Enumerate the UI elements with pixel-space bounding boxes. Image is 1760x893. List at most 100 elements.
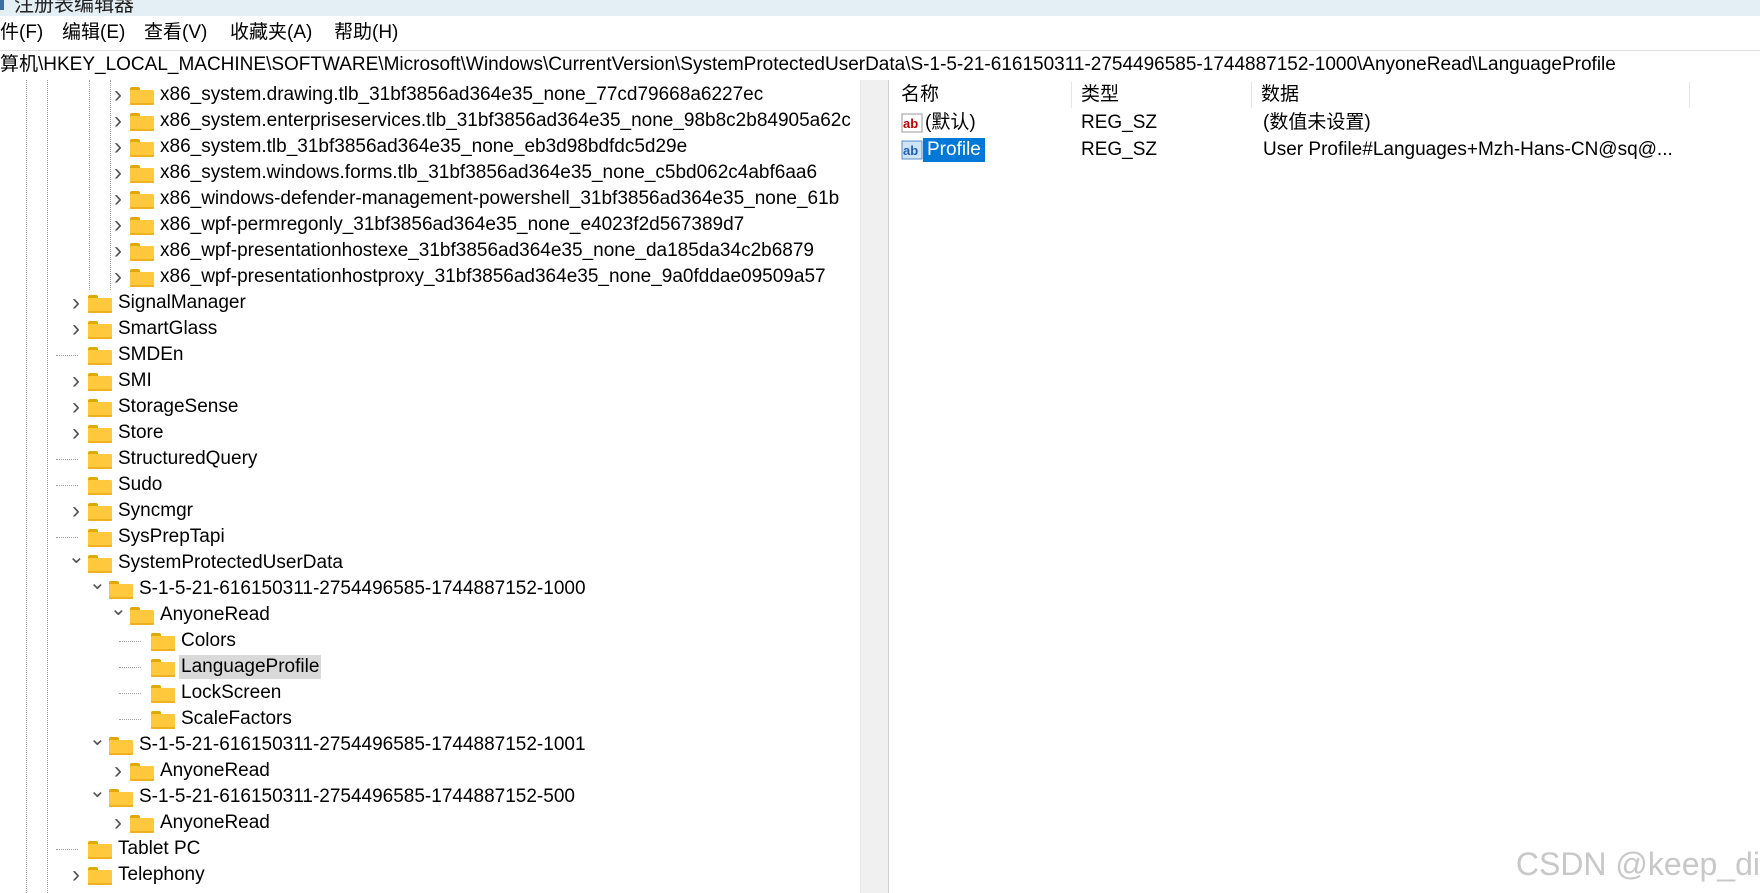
tree-node-label[interactable]: x86_system.drawing.tlb_31bf3856ad364e35_… [158, 83, 765, 107]
tree-connector-line [56, 537, 78, 538]
column-divider[interactable] [1071, 82, 1072, 108]
chevron-right-icon[interactable]: › [68, 394, 84, 420]
tree-node-label[interactable]: LockScreen [179, 681, 283, 705]
chevron-right-icon[interactable]: › [110, 810, 126, 836]
tree-node-label[interactable]: SystemProtectedUserData [116, 551, 345, 575]
menu-view[interactable]: 查看(V) [144, 19, 207, 47]
value-row-selected[interactable]: ab Profile REG_SZ User Profile#Languages… [893, 136, 1760, 164]
folder-icon [88, 451, 112, 469]
tree-scrollbar[interactable] [860, 80, 889, 893]
tree-node-label[interactable]: Tablet PC [116, 837, 202, 861]
tree-connector [119, 654, 147, 680]
tree-guide-line [26, 80, 27, 893]
string-value-icon: ab [901, 113, 923, 133]
tree-node-label[interactable]: AnyoneRead [158, 603, 272, 627]
folder-icon [88, 867, 112, 885]
chevron-right-icon[interactable]: › [68, 368, 84, 394]
tree-node-label[interactable]: Colors [179, 629, 238, 653]
folder-icon [130, 113, 154, 131]
folder-icon [130, 217, 154, 235]
column-header-data[interactable]: 数据 [1261, 82, 1299, 108]
folder-icon [88, 347, 112, 365]
tree-node-label[interactable]: ScaleFactors [179, 707, 294, 731]
tree-node-label[interactable]: S-1-5-21-616150311-2754496585-1744887152… [137, 785, 577, 809]
tree-node-label[interactable]: LanguageProfile [179, 655, 322, 679]
tree-node-label[interactable]: SignalManager [116, 291, 248, 315]
tree-connector [56, 446, 84, 472]
tree-node-label[interactable]: AnyoneRead [158, 759, 272, 783]
chevron-right-icon[interactable]: › [68, 862, 84, 888]
tree-node-label[interactable]: StructuredQuery [116, 447, 259, 471]
tree-node-label[interactable]: x86_system.enterpriseservices.tlb_31bf38… [158, 109, 853, 133]
window-title: 注册表编辑器 [14, 0, 134, 16]
tree-node-label[interactable]: x86_system.tlb_31bf3856ad364e35_none_eb3… [158, 135, 689, 159]
tree-connector [119, 628, 147, 654]
tree-node-label[interactable]: Store [116, 421, 165, 445]
menu-favorites[interactable]: 收藏夹(A) [230, 19, 312, 47]
tree-node-label[interactable]: SysPrepTapi [116, 525, 227, 549]
tree-node-label[interactable]: Sudo [116, 473, 164, 497]
tree-node-label[interactable]: S-1-5-21-616150311-2754496585-1744887152… [137, 577, 588, 601]
tree-node-label[interactable]: Telephony [116, 863, 207, 887]
tree-node-label[interactable]: SmartGlass [116, 317, 219, 341]
string-value-icon: ab [901, 140, 923, 160]
chevron-right-icon[interactable]: › [110, 758, 126, 784]
column-header-type[interactable]: 类型 [1081, 82, 1119, 108]
chevron-right-icon[interactable]: › [68, 498, 84, 524]
chevron-right-icon[interactable]: › [110, 160, 126, 186]
chevron-right-icon[interactable]: › [110, 264, 126, 290]
chevron-down-icon[interactable]: ⌄ [89, 573, 106, 602]
registry-tree[interactable]: › x86_system.drawing.tlb_31bf3856ad364e35… [0, 80, 860, 893]
menu-help[interactable]: 帮助(H) [334, 19, 398, 47]
tree-connector-line [56, 849, 78, 850]
tree-node-label[interactable]: x86_wpf-presentationhostproxy_31bf3856ad… [158, 265, 828, 289]
tree-node-label[interactable]: AnyoneRead [158, 811, 272, 835]
tree-connector-line [56, 459, 78, 460]
chevron-down-icon[interactable]: ⌄ [89, 729, 106, 758]
title-bar: 注册表编辑器 [0, 0, 1760, 16]
menu-file[interactable]: 件(F) [0, 19, 43, 47]
tree-node-label[interactable]: SMDEn [116, 343, 185, 367]
chevron-right-icon[interactable]: › [110, 82, 126, 108]
chevron-right-icon[interactable]: › [110, 212, 126, 238]
chevron-right-icon[interactable]: › [68, 316, 84, 342]
address-path[interactable]: 算机\HKEY_LOCAL_MACHINE\SOFTWARE\Microsoft… [0, 53, 1616, 77]
tree-node-label[interactable]: x86_windows-defender-management-powershe… [158, 187, 841, 211]
values-pane[interactable]: 名称 类型 数据 ab (默认) REG_SZ (数值未设置) ab Profi… [893, 80, 1760, 893]
tree-connector-line [56, 355, 78, 356]
column-divider[interactable] [1251, 82, 1252, 108]
folder-icon [130, 87, 154, 105]
column-divider[interactable] [1689, 82, 1690, 108]
tree-node-label[interactable]: Syncmgr [116, 499, 195, 523]
chevron-down-icon[interactable]: ⌄ [89, 781, 106, 810]
value-type: REG_SZ [1081, 139, 1158, 160]
tree-node-label[interactable]: S-1-5-21-616150311-2754496585-1744887152… [137, 733, 588, 757]
value-type: REG_SZ [1081, 112, 1158, 133]
chevron-right-icon[interactable]: › [110, 238, 126, 264]
tree-node-label[interactable]: x86_wpf-presentationhostexe_31bf3856ad36… [158, 239, 816, 263]
chevron-right-icon[interactable]: › [68, 888, 84, 893]
chevron-right-icon[interactable]: › [110, 134, 126, 160]
folder-icon [88, 477, 112, 495]
chevron-down-icon[interactable]: ⌄ [68, 547, 85, 576]
menu-edit[interactable]: 编辑(E) [62, 19, 125, 47]
folder-icon [88, 841, 112, 859]
chevron-right-icon[interactable]: › [110, 186, 126, 212]
tree-node-label[interactable]: x86_wpf-permregonly_31bf3856ad364e35_non… [158, 213, 746, 237]
folder-icon [130, 191, 154, 209]
chevron-right-icon[interactable]: › [68, 290, 84, 316]
value-row[interactable]: ab (默认) REG_SZ (数值未设置) [893, 109, 1760, 137]
tree-node-label[interactable]: SMI [116, 369, 154, 393]
value-name[interactable]: Profile [923, 138, 985, 162]
chevron-down-icon[interactable]: ⌄ [110, 599, 127, 628]
svg-text:ab: ab [903, 116, 918, 131]
address-bar[interactable]: 算机\HKEY_LOCAL_MACHINE\SOFTWARE\Microsoft… [0, 50, 1760, 81]
column-header-name[interactable]: 名称 [901, 82, 939, 108]
chevron-right-icon[interactable]: › [68, 420, 84, 446]
chevron-right-icon[interactable]: › [110, 108, 126, 134]
menu-bar: 件(F) 编辑(E) 查看(V) 收藏夹(A) 帮助(H) [0, 16, 1760, 50]
folder-icon [88, 529, 112, 547]
tree-node-label[interactable]: StorageSense [116, 395, 240, 419]
value-name[interactable]: (默认) [925, 111, 976, 135]
tree-node-label[interactable]: x86_system.windows.forms.tlb_31bf3856ad3… [158, 161, 819, 185]
